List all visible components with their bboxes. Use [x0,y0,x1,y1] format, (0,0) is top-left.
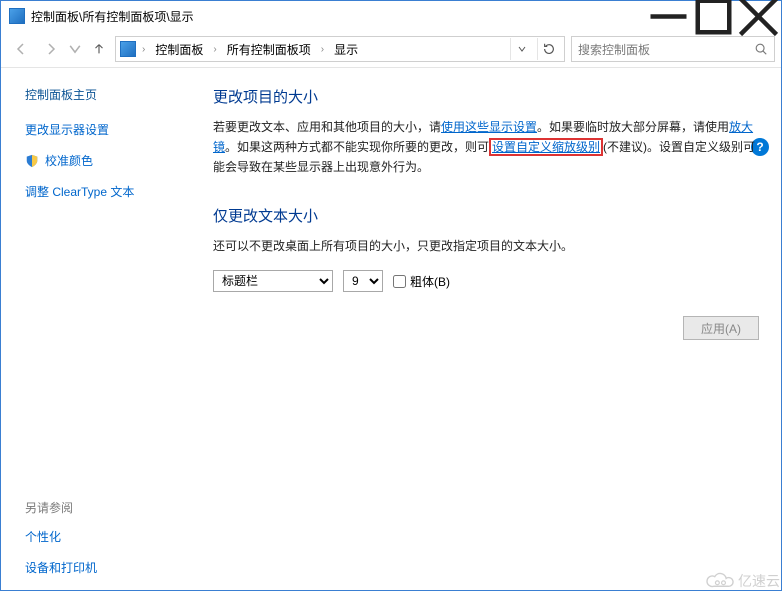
window-title: 控制面板\所有控制面板项\显示 [31,8,646,25]
shield-icon [25,154,39,168]
description-paragraph-2: 还可以不更改桌面上所有项目的大小，只更改指定项目的文本大小。 [213,236,759,256]
breadcrumb-mid[interactable]: 所有控制面板项 [223,41,315,58]
see-also-devices-printers[interactable]: 设备和打印机 [25,559,185,576]
section-title-resize: 更改项目的大小 [213,86,759,107]
chevron-right-icon[interactable]: › [140,44,147,55]
control-panel-home-link[interactable]: 控制面板主页 [25,86,185,103]
close-button[interactable] [736,2,781,31]
cloud-icon [706,572,734,590]
link-display-settings[interactable]: 使用这些显示设置 [441,120,537,134]
breadcrumb-root[interactable]: 控制面板 [151,41,207,58]
bold-label: 粗体(B) [410,273,450,290]
titlebar: 控制面板\所有控制面板项\显示 [1,1,781,31]
search-placeholder: 搜索控制面板 [578,41,754,58]
sidebar-item-cleartype[interactable]: 调整 ClearType 文本 [25,183,185,200]
breadcrumb-leaf[interactable]: 显示 [330,41,362,58]
see-also-header: 另请参阅 [25,499,185,516]
recent-dropdown[interactable] [67,35,83,63]
link-custom-scaling[interactable]: 设置自定义缩放级别 [489,138,603,156]
sidebar: 控制面板主页 更改显示器设置 校准颜色 调整 ClearType 文本 另请参阅… [1,68,191,590]
section-title-text-only: 仅更改文本大小 [213,205,759,226]
see-also-personalization[interactable]: 个性化 [25,528,185,545]
app-icon [9,8,25,24]
forward-button[interactable] [37,35,65,63]
control-panel-icon [120,41,136,57]
search-icon [754,42,768,56]
item-select[interactable]: 标题栏 [213,270,333,292]
bold-checkbox[interactable] [393,275,406,288]
navbar: › 控制面板 › 所有控制面板项 › 显示 搜索控制面板 [1,31,781,68]
bold-checkbox-label[interactable]: 粗体(B) [393,273,450,290]
maximize-button[interactable] [691,2,736,31]
refresh-button[interactable] [537,38,560,60]
size-select[interactable]: 9 [343,270,383,292]
chevron-right-icon[interactable]: › [319,44,326,55]
chevron-right-icon[interactable]: › [211,44,218,55]
up-button[interactable] [85,35,113,63]
sidebar-item-calibrate-color[interactable]: 校准颜色 [25,152,185,169]
sidebar-item-display-settings[interactable]: 更改显示器设置 [25,121,185,138]
apply-button[interactable]: 应用(A) [683,316,759,340]
minimize-button[interactable] [646,2,691,31]
search-input[interactable]: 搜索控制面板 [571,36,775,62]
address-bar[interactable]: › 控制面板 › 所有控制面板项 › 显示 [115,36,565,62]
sidebar-item-label: 校准颜色 [45,152,93,169]
content-area: 更改项目的大小 若要更改文本、应用和其他项目的大小，请使用这些显示设置。如果要临… [191,68,781,590]
back-button[interactable] [7,35,35,63]
description-paragraph-1: 若要更改文本、应用和其他项目的大小，请使用这些显示设置。如果要临时放大部分屏幕，… [213,117,759,177]
watermark: 亿速云 [706,571,780,591]
address-dropdown[interactable] [510,38,533,60]
